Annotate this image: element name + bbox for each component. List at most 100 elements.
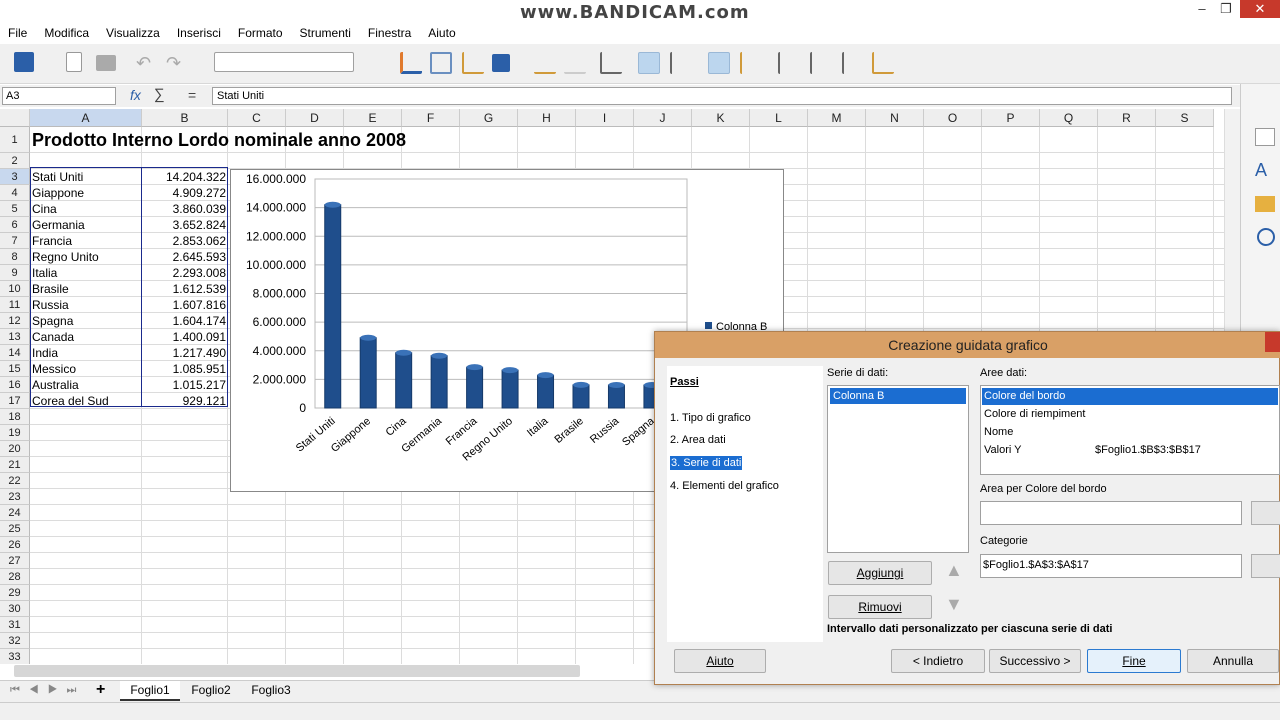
print-icon[interactable] [96,55,116,71]
menu-strumenti[interactable]: Strumenti [300,26,351,40]
range-item-y-values[interactable]: Valori Y [984,444,1022,456]
column-header-q[interactable]: Q [1040,109,1098,127]
row-header-18[interactable]: 18 [0,409,30,425]
vertical-grid-icon[interactable] [670,52,692,74]
move-up-icon[interactable]: ▲ [945,560,963,581]
column-header-s[interactable]: S [1156,109,1214,127]
navigator-icon[interactable] [1257,228,1275,246]
menu-finestra[interactable]: Finestra [368,26,411,40]
row-header-19[interactable]: 19 [0,425,30,441]
tab-foglio2[interactable]: Foglio2 [184,681,238,701]
step-chart-type[interactable]: 1. Tipo di grafico [670,412,751,424]
row-header-8[interactable]: 8 [0,249,30,265]
sum-icon[interactable]: ∑ [154,86,165,103]
save-icon[interactable] [14,52,34,72]
ranges-list[interactable]: Colore del bordo Colore di riempiment No… [980,385,1280,475]
row-header-30[interactable]: 30 [0,601,30,617]
trendline-icon[interactable] [872,52,894,74]
menu-modifica[interactable]: Modifica [44,26,89,40]
finish-button[interactable]: Fine [1087,649,1181,673]
menu-inserisci[interactable]: Inserisci [177,26,221,40]
row-header-32[interactable]: 32 [0,633,30,649]
y-axis-icon[interactable] [740,52,762,74]
row-header-28[interactable]: 28 [0,569,30,585]
row-header-15[interactable]: 15 [0,361,30,377]
row-header-24[interactable]: 24 [0,505,30,521]
legend-icon[interactable] [534,52,556,74]
row-header-3[interactable]: 3 [0,169,30,185]
formula-input[interactable]: Stati Uniti [212,87,1232,105]
row-header-1[interactable]: 1 [0,127,30,153]
back-button[interactable]: < Indietro [891,649,985,673]
chart-type-icon[interactable] [400,52,422,74]
x-axis-icon[interactable] [708,52,730,74]
undo-icon[interactable]: ↶ [136,52,158,74]
gallery-icon[interactable] [1255,196,1275,212]
title-icon[interactable] [600,52,622,74]
row-header-29[interactable]: 29 [0,585,30,601]
row-header-6[interactable]: 6 [0,217,30,233]
function-wizard-icon[interactable]: fx [130,87,141,103]
step-data-range[interactable]: 2. Area dati [670,434,726,446]
row-header-16[interactable]: 16 [0,377,30,393]
row-header-5[interactable]: 5 [0,201,30,217]
column-header-r[interactable]: R [1098,109,1156,127]
row-header-31[interactable]: 31 [0,617,30,633]
range-item-name[interactable]: Nome [984,426,1013,438]
row-header-2[interactable]: 2 [0,153,30,169]
row-header-22[interactable]: 22 [0,473,30,489]
range-item-fill-color[interactable]: Colore di riempiment [984,408,1085,420]
menu-visualizza[interactable]: Visualizza [106,26,160,40]
row-header-12[interactable]: 12 [0,313,30,329]
menu-formato[interactable]: Formato [238,26,283,40]
row-header-33[interactable]: 33 [0,649,30,664]
column-header-j[interactable]: J [634,109,692,127]
column-header-o[interactable]: O [924,109,982,127]
step-data-series[interactable]: 3. Serie di dati [670,456,743,470]
row-header-9[interactable]: 9 [0,265,30,281]
horizontal-scrollbar[interactable] [14,665,580,677]
column-header-c[interactable]: C [228,109,286,127]
export-pdf-icon[interactable] [66,52,82,72]
column-header-k[interactable]: K [692,109,750,127]
categories-input[interactable]: $Foglio1.$A$3:$A$17 [980,554,1242,578]
help-button[interactable]: Aiuto [674,649,766,673]
series-list[interactable]: Colonna B [827,385,969,553]
corner-cell[interactable] [0,109,30,127]
column-header-d[interactable]: D [286,109,344,127]
row-header-11[interactable]: 11 [0,297,30,313]
name-box[interactable]: A3 [2,87,116,105]
column-header-b[interactable]: B [142,109,228,127]
row-header-20[interactable]: 20 [0,441,30,457]
row-header-26[interactable]: 26 [0,537,30,553]
move-down-icon[interactable]: ▼ [945,594,963,615]
range-for-input[interactable] [980,501,1242,525]
axes-icon[interactable] [462,52,484,74]
menu-file[interactable]: File [8,26,27,40]
style-combo[interactable] [214,52,354,72]
column-header-m[interactable]: M [808,109,866,127]
column-header-h[interactable]: H [518,109,576,127]
styles-icon[interactable]: A [1255,160,1267,181]
tab-nav-icon[interactable]: ⏮◀▶⏭ [10,684,85,697]
horizontal-grid-icon[interactable] [638,52,660,74]
tab-foglio3[interactable]: Foglio3 [244,681,298,701]
add-series-button[interactable]: Aggiungi [828,561,932,585]
row-header-27[interactable]: 27 [0,553,30,569]
grid-icon[interactable] [430,52,452,74]
row-header-13[interactable]: 13 [0,329,30,345]
minimize-icon[interactable]: – [1192,0,1212,18]
restore-icon[interactable]: ❐ [1216,0,1236,18]
axis-line-icon[interactable] [778,52,800,74]
data-label-icon[interactable] [842,52,864,74]
row-header-23[interactable]: 23 [0,489,30,505]
row-header-17[interactable]: 17 [0,393,30,409]
column-header-e[interactable]: E [344,109,402,127]
properties-icon[interactable] [1255,128,1275,146]
column-header-p[interactable]: P [982,109,1040,127]
axis-label-icon[interactable] [810,52,832,74]
row-header-25[interactable]: 25 [0,521,30,537]
row-header-7[interactable]: 7 [0,233,30,249]
row-header-10[interactable]: 10 [0,281,30,297]
close-icon[interactable]: ✕ [1240,0,1280,18]
